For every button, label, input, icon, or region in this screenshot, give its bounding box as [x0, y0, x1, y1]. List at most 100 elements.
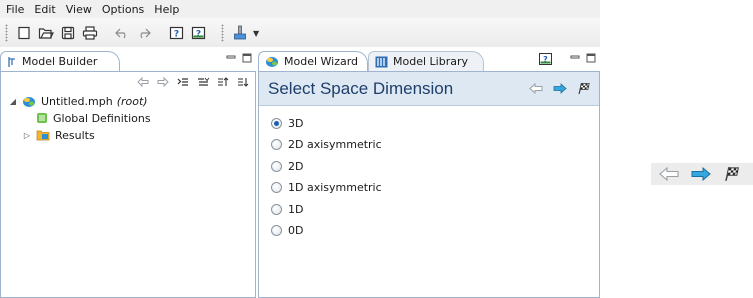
open-button[interactable] — [36, 23, 56, 43]
redo-button[interactable] — [134, 23, 154, 43]
svg-text:?: ? — [195, 30, 200, 40]
dynamic-help-button[interactable]: ? — [188, 23, 208, 43]
radio-1d-axisymmetric[interactable] — [271, 181, 282, 193]
option-1d-axisymmetric-label: 1D axisymmetric — [288, 180, 382, 194]
tab-model-wizard-label: Model Wizard — [284, 55, 359, 68]
tab-model-builder-label: Model Builder — [22, 55, 98, 68]
save-icon — [61, 26, 75, 40]
main-toolbar: ? ? ▼ — [0, 19, 600, 47]
results-folder-icon — [36, 129, 50, 141]
tab-model-wizard[interactable]: Model Wizard — [258, 51, 368, 71]
menu-file[interactable]: File — [2, 1, 30, 18]
redo-icon — [140, 28, 151, 39]
model-builder-icon — [7, 56, 17, 68]
dynamic-help-icon: ? — [191, 26, 205, 40]
model-root-icon — [22, 95, 36, 108]
show-icon[interactable] — [177, 77, 189, 87]
windows-dropdown-chevron-icon[interactable]: ▼ — [253, 29, 259, 38]
next-icon[interactable] — [691, 167, 711, 181]
tab-model-library[interactable]: Model Library — [368, 51, 484, 71]
undo-button[interactable] — [112, 23, 132, 43]
radio-1d[interactable] — [271, 203, 282, 215]
minimize-icon[interactable] — [570, 53, 580, 63]
radio-3d[interactable] — [271, 117, 282, 129]
option-1d-axisymmetric[interactable]: 1D axisymmetric — [271, 179, 382, 195]
next-icon[interactable] — [553, 83, 567, 94]
model-builder-toolbar — [1, 72, 255, 92]
model-library-icon — [375, 56, 388, 68]
option-1d-label: 1D — [288, 202, 304, 216]
help-button[interactable]: ? — [166, 23, 186, 43]
new-button[interactable] — [14, 23, 34, 43]
tab-model-builder[interactable]: Model Builder — [0, 51, 120, 71]
tree-root-row[interactable]: ◢ Untitled.mph (root) — [7, 93, 148, 109]
option-0d-label: 0D — [288, 223, 304, 237]
move-up-icon[interactable] — [217, 77, 229, 87]
print-button[interactable] — [80, 23, 100, 43]
finish-flag-icon[interactable] — [723, 166, 741, 182]
help-icon: ? — [169, 26, 183, 40]
tab-model-library-label: Model Library — [393, 55, 468, 68]
minimize-icon[interactable] — [226, 53, 236, 63]
new-icon — [18, 26, 30, 40]
move-down-icon[interactable] — [237, 77, 249, 87]
menu-view[interactable]: View — [62, 1, 98, 18]
radio-2d[interactable] — [271, 160, 282, 172]
wizard-nav — [529, 82, 591, 95]
toolbar-grip[interactable] — [5, 24, 8, 42]
model-wizard-pane: Model Wizard Model Library ? Select Spac… — [258, 49, 600, 298]
model-wizard-tabstrip: Model Wizard Model Library ? — [258, 49, 600, 71]
option-3d[interactable]: 3D — [271, 115, 303, 131]
toolbar-grip-2[interactable] — [221, 24, 224, 42]
print-icon — [82, 26, 98, 40]
finish-flag-icon[interactable] — [577, 82, 591, 95]
menu-bar: File Edit View Options Help — [0, 0, 600, 19]
zoomed-wizard-nav — [651, 163, 753, 185]
radio-0d[interactable] — [271, 224, 282, 236]
windows-button[interactable] — [230, 23, 250, 43]
menu-options[interactable]: Options — [98, 1, 150, 18]
option-2d-axisymmetric[interactable]: 2D axisymmetric — [271, 136, 382, 152]
back-icon[interactable] — [659, 167, 679, 181]
radio-2d-axisymmetric[interactable] — [271, 138, 282, 150]
model-wizard-icon — [265, 55, 279, 68]
model-builder-pane: Model Builder ◢ Untitled.mph (root) Glob… — [0, 49, 256, 298]
menu-help[interactable]: Help — [150, 1, 185, 18]
svg-text:?: ? — [173, 30, 178, 40]
back-icon[interactable] — [137, 77, 149, 87]
model-builder-body: ◢ Untitled.mph (root) Global Definitions… — [0, 71, 256, 298]
model-builder-tabstrip: Model Builder — [0, 49, 256, 71]
tree-root-label: Untitled.mph — [41, 94, 113, 108]
tree-item-results-label: Results — [55, 128, 95, 142]
tree-root-suffix: (root) — [116, 94, 148, 108]
wizard-header: Select Space Dimension — [259, 72, 599, 106]
tree-item-results[interactable]: ▷ Results — [21, 127, 95, 143]
maximize-icon[interactable] — [586, 53, 596, 63]
tree-item-global-definitions[interactable]: Global Definitions — [36, 110, 151, 126]
option-2d-axisymmetric-label: 2D axisymmetric — [288, 137, 382, 151]
windows-icon — [234, 25, 246, 40]
model-wizard-window-controls: ? — [539, 53, 596, 65]
save-button[interactable] — [58, 23, 78, 43]
open-icon — [38, 28, 54, 39]
maximize-icon[interactable] — [242, 53, 252, 63]
expand-triangle-icon[interactable]: ▷ — [21, 131, 33, 140]
page-title: Select Space Dimension — [268, 79, 454, 98]
option-0d[interactable]: 0D — [271, 222, 303, 238]
option-2d[interactable]: 2D — [271, 158, 303, 174]
model-wizard-body: Select Space Dimension 3D 2D axisymmetri… — [258, 71, 600, 298]
option-3d-label: 3D — [288, 116, 304, 130]
collapse-triangle-icon[interactable]: ◢ — [7, 97, 19, 106]
option-1d[interactable]: 1D — [271, 201, 303, 217]
menu-edit[interactable]: Edit — [30, 1, 61, 18]
back-icon[interactable] — [529, 83, 543, 94]
global-definitions-icon — [36, 112, 48, 124]
undo-icon — [115, 28, 126, 39]
tree-item-global-definitions-label: Global Definitions — [53, 111, 151, 125]
dynamic-help-panel-icon[interactable]: ? — [539, 53, 552, 65]
collapse-icon[interactable] — [197, 77, 209, 87]
comsol-window: File Edit View Options Help ? ? ▼ Model … — [0, 0, 600, 298]
option-2d-label: 2D — [288, 159, 304, 173]
forward-icon[interactable] — [157, 77, 169, 87]
model-builder-window-controls — [226, 53, 252, 63]
